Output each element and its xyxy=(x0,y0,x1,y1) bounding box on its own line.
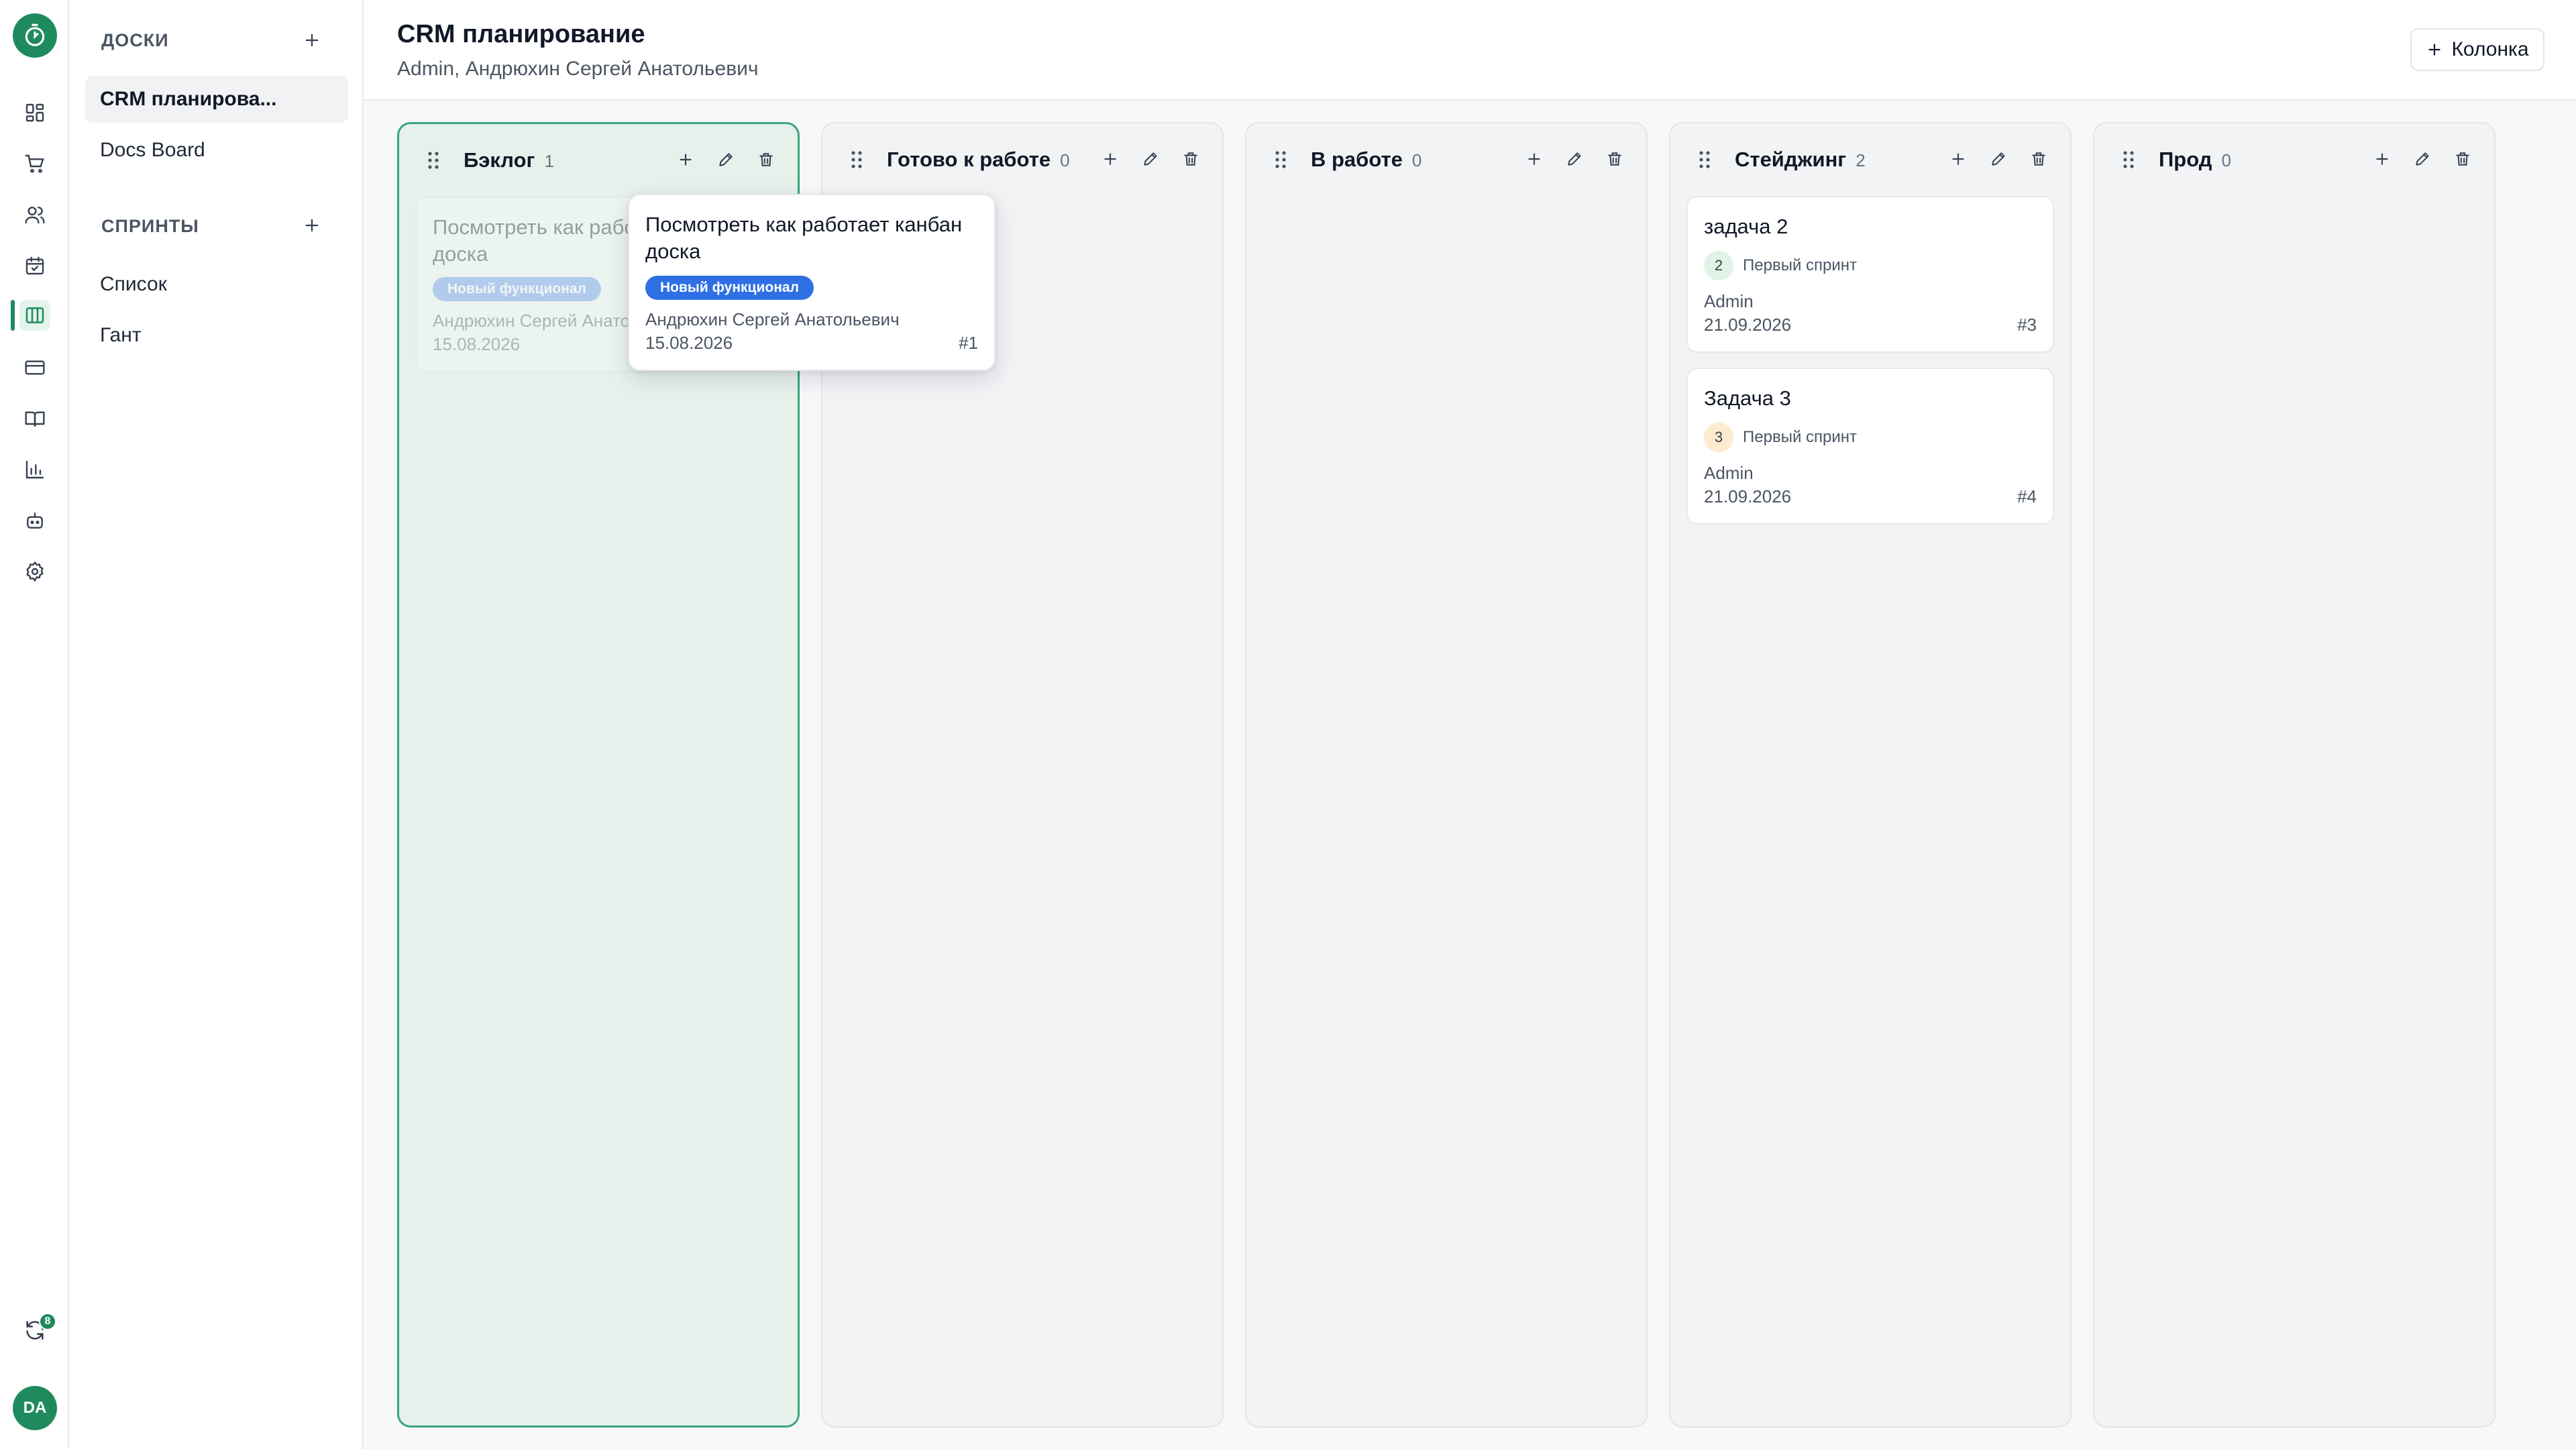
sidebar-sprint-gantt[interactable]: Гант xyxy=(85,312,348,359)
add-column-label: Колонка xyxy=(2451,38,2529,60)
column-header: Готово к работе 0 xyxy=(822,123,1222,197)
rail-active-indicator xyxy=(11,300,15,331)
card-tag: Новый функционал xyxy=(433,277,601,301)
column-title: Бэклог 1 xyxy=(464,148,554,172)
book-icon[interactable] xyxy=(19,403,50,434)
card-tag: Новый функционал xyxy=(645,276,814,300)
card-assignee: Admin xyxy=(1704,291,1754,311)
edit-column-button[interactable] xyxy=(1984,145,2012,173)
column-count: 0 xyxy=(1060,150,1070,170)
drag-handle-icon[interactable] xyxy=(1697,149,1712,170)
card-title: Задача 3 xyxy=(1704,386,1791,410)
edit-column-button[interactable] xyxy=(1136,145,1165,173)
settings-icon[interactable] xyxy=(19,556,50,587)
card-id: #4 xyxy=(2017,486,2037,506)
sidebar-sprint-label: Список xyxy=(100,273,167,295)
dashboard-icon[interactable] xyxy=(19,97,50,128)
users-icon[interactable] xyxy=(19,199,50,230)
chart-icon[interactable] xyxy=(19,454,50,485)
card-assignee: Андрюхин Сергей Анатольевич xyxy=(645,309,900,329)
sidebar-board-label: CRM планирова... xyxy=(100,88,277,110)
sidebar-board-label: Docs Board xyxy=(100,139,205,161)
user-avatar[interactable]: DA xyxy=(13,1386,57,1430)
boards-section-title: ДОСКИ xyxy=(101,30,169,50)
card-id: #1 xyxy=(959,333,978,353)
card-title: задача 2 xyxy=(1704,215,1788,238)
add-card-button[interactable] xyxy=(1944,145,1972,173)
add-board-button[interactable] xyxy=(299,27,325,54)
sync-badge: 8 xyxy=(39,1313,56,1330)
boards-sidebar: ДОСКИ CRM планирова... Docs Board СПРИНТ… xyxy=(70,0,364,1449)
cart-icon[interactable] xyxy=(19,148,50,179)
column-header: В работе 0 xyxy=(1246,123,1646,197)
card-sprint: Первый спринт xyxy=(1743,428,1858,446)
column-staging[interactable]: Стейджинг 2 задача 2 2 Первый спринт Admi… xyxy=(1669,122,2072,1428)
board-members: Admin, Андрюхин Сергей Анатольевич xyxy=(397,58,759,80)
page-header: CRM планирование Admin, Андрюхин Сергей … xyxy=(364,0,2576,101)
column-header: Стейджинг 2 xyxy=(1670,123,2070,197)
kanban-icon[interactable] xyxy=(19,300,50,331)
sidebar-board-crm[interactable]: CRM планирова... xyxy=(85,76,348,123)
drag-handle-icon[interactable] xyxy=(849,149,864,170)
task-card[interactable]: Задача 3 3 Первый спринт Admin 21.09.202… xyxy=(1686,368,2054,525)
card-date: 21.09.2026 xyxy=(1704,486,1792,506)
column-count: 0 xyxy=(2221,150,2231,170)
page-title: CRM планирование xyxy=(397,20,645,48)
edit-column-button[interactable] xyxy=(712,146,740,174)
add-card-button[interactable] xyxy=(1520,145,1548,173)
column-count: 0 xyxy=(1411,150,1422,170)
icon-rail: 8 DA xyxy=(0,0,69,1449)
column-title: Стейджинг 2 xyxy=(1735,148,1866,171)
column-prod[interactable]: Прод 0 xyxy=(2093,122,2496,1428)
sprint-number-badge: 3 xyxy=(1704,423,1733,452)
edit-column-button[interactable] xyxy=(1560,145,1589,173)
column-title: Готово к работе 0 xyxy=(887,148,1070,171)
drag-handle-icon[interactable] xyxy=(2121,149,2136,170)
add-card-button[interactable] xyxy=(1096,145,1124,173)
delete-column-button[interactable] xyxy=(1177,145,1205,173)
sidebar-sprint-label: Гант xyxy=(100,324,142,346)
card-title: Посмотреть как работает канбан доска xyxy=(645,213,963,263)
card-id: #3 xyxy=(2017,315,2037,335)
sprint-number-badge: 2 xyxy=(1704,251,1733,280)
column-in-progress[interactable]: В работе 0 xyxy=(1245,122,1648,1428)
task-card[interactable]: задача 2 2 Первый спринт Admin 21.09.202… xyxy=(1686,196,2054,353)
card-icon[interactable] xyxy=(19,352,50,383)
column-count: 1 xyxy=(544,151,554,171)
app-logo-icon[interactable] xyxy=(13,13,57,58)
card-sprint: Первый спринт xyxy=(1743,256,1858,274)
bot-icon[interactable] xyxy=(19,505,50,536)
card-assignee: Admin xyxy=(1704,463,1754,483)
sidebar-sprint-list[interactable]: Список xyxy=(85,261,348,308)
drag-handle-icon[interactable] xyxy=(1273,149,1288,170)
sidebar-board-docs[interactable]: Docs Board xyxy=(85,127,348,174)
column-count: 2 xyxy=(1856,150,1866,170)
add-card-button[interactable] xyxy=(672,146,700,174)
add-card-button[interactable] xyxy=(2368,145,2396,173)
plus-icon xyxy=(2428,44,2441,56)
calendar-icon[interactable] xyxy=(19,250,50,281)
delete-column-button[interactable] xyxy=(1601,145,1629,173)
delete-column-button[interactable] xyxy=(2449,145,2477,173)
column-header: Прод 0 xyxy=(2094,123,2494,197)
column-title: Прод 0 xyxy=(2159,148,2231,171)
card-date: 15.08.2026 xyxy=(645,333,733,353)
add-column-button[interactable]: Колонка xyxy=(2410,28,2544,71)
column-header: Бэклог 1 xyxy=(399,124,798,198)
dragging-card[interactable]: Посмотреть как работает канбан доска Нов… xyxy=(628,194,996,371)
column-title: В работе 0 xyxy=(1311,148,1422,171)
card-date: 21.09.2026 xyxy=(1704,315,1792,335)
drag-handle-icon[interactable] xyxy=(426,150,441,171)
add-sprint-button[interactable] xyxy=(299,212,325,239)
delete-column-button[interactable] xyxy=(2025,145,2053,173)
edit-column-button[interactable] xyxy=(2408,145,2436,173)
delete-column-button[interactable] xyxy=(752,146,780,174)
sprints-section-title: СПРИНТЫ xyxy=(101,216,199,236)
